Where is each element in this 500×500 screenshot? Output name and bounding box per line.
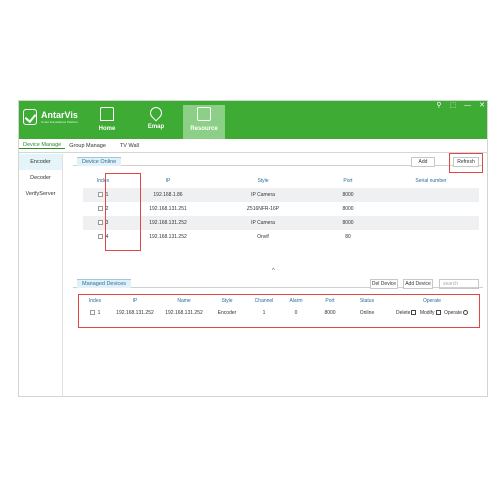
close-icon[interactable]: ✕ bbox=[479, 102, 485, 110]
column-header[interactable]: Port bbox=[313, 174, 383, 188]
left-nav: Encoder Decoder VerifyServer bbox=[19, 154, 63, 396]
add-button[interactable]: Add bbox=[411, 157, 435, 167]
tab-bar: Device Manage Group Manage TV Wall bbox=[19, 139, 487, 153]
row-serial bbox=[383, 216, 479, 230]
nav-resource-button[interactable]: Resource bbox=[183, 105, 225, 139]
device-online-title: Device Online bbox=[77, 157, 122, 166]
row-checkbox[interactable] bbox=[97, 234, 103, 240]
resource-icon bbox=[197, 107, 211, 121]
managed-row-highlight bbox=[78, 294, 480, 328]
row-checkbox[interactable] bbox=[97, 206, 103, 212]
row-style: Z516NFR-16P bbox=[246, 206, 280, 212]
column-header[interactable]: Style bbox=[213, 174, 313, 188]
nav-emap-label: Emap bbox=[147, 124, 165, 130]
row-port: 8000 bbox=[342, 192, 354, 198]
restore-icon[interactable]: ⬚ bbox=[450, 102, 457, 110]
add-device-button[interactable]: Add Device bbox=[403, 279, 433, 289]
device-online-table: Index IP Style Port Serial number 1 192.… bbox=[83, 174, 479, 244]
search-input[interactable]: search bbox=[439, 279, 479, 289]
managed-devices-section: Managed Devices Del Device Add Device se… bbox=[73, 277, 483, 395]
table-row[interactable]: 1 192.168.1.86 IP Camera 8000 bbox=[83, 188, 479, 202]
column-header[interactable]: Serial number bbox=[383, 174, 479, 188]
table-header-row: Index IP Style Port Serial number bbox=[83, 174, 479, 188]
app-name: AntarVis bbox=[41, 110, 78, 120]
left-nav-verifyserver[interactable]: VerifyServer bbox=[19, 186, 62, 202]
table-row[interactable]: 4 192.168.131.252 Onvif 80 bbox=[83, 230, 479, 244]
tab-tv-wall[interactable]: TV Wall bbox=[116, 143, 143, 149]
row-port: 8000 bbox=[342, 220, 354, 226]
row-style: Onvif bbox=[257, 234, 269, 240]
app-logo: AntarVis Smart Surveillance Platform bbox=[23, 109, 78, 125]
tab-device-manage[interactable]: Device Manage bbox=[19, 142, 66, 149]
refresh-highlight bbox=[449, 153, 483, 173]
tab-group-manage[interactable]: Group Manage bbox=[65, 143, 110, 149]
index-column-highlight bbox=[105, 173, 141, 251]
nav-emap-button[interactable]: Emap bbox=[137, 104, 175, 139]
row-checkbox[interactable] bbox=[97, 192, 103, 198]
home-icon bbox=[100, 107, 114, 121]
left-nav-encoder[interactable]: Encoder bbox=[19, 154, 62, 170]
row-serial bbox=[383, 202, 479, 216]
row-port: 80 bbox=[345, 234, 351, 240]
table-row[interactable]: 3 192.168.131.252 IP Camera 8000 bbox=[83, 216, 479, 230]
collapse-chevron-icon[interactable]: ^ bbox=[272, 268, 275, 274]
user-icon[interactable]: ⚲ bbox=[436, 102, 441, 110]
table-row[interactable]: 2 192.168.131.251 Z516NFR-16P 8000 bbox=[83, 202, 479, 216]
left-nav-decoder[interactable]: Decoder bbox=[19, 170, 62, 186]
app-window: AntarVis Smart Surveillance Platform Hom… bbox=[18, 100, 488, 397]
managed-devices-title: Managed Devices bbox=[77, 279, 132, 288]
top-bar: AntarVis Smart Surveillance Platform Hom… bbox=[19, 101, 487, 139]
map-pin-icon bbox=[147, 104, 165, 122]
window-controls: ⚲ ⬚ — ✕ bbox=[436, 102, 485, 110]
row-style: IP Camera bbox=[251, 192, 275, 198]
device-online-section: Device Online Add Refresh Index IP Style… bbox=[73, 153, 483, 271]
nav-home-button[interactable]: Home bbox=[89, 105, 125, 139]
row-serial bbox=[383, 230, 479, 244]
minimize-icon[interactable]: — bbox=[464, 102, 471, 110]
nav-home-label: Home bbox=[98, 126, 116, 132]
app-tagline: Smart Surveillance Platform bbox=[41, 120, 79, 124]
nav-resource-label: Resource bbox=[190, 126, 218, 132]
row-style: IP Camera bbox=[251, 220, 275, 226]
row-serial bbox=[383, 188, 479, 202]
del-device-button[interactable]: Del Device bbox=[370, 279, 398, 289]
logo-check-icon bbox=[23, 109, 37, 125]
row-checkbox[interactable] bbox=[97, 220, 103, 226]
row-port: 8000 bbox=[342, 206, 354, 212]
